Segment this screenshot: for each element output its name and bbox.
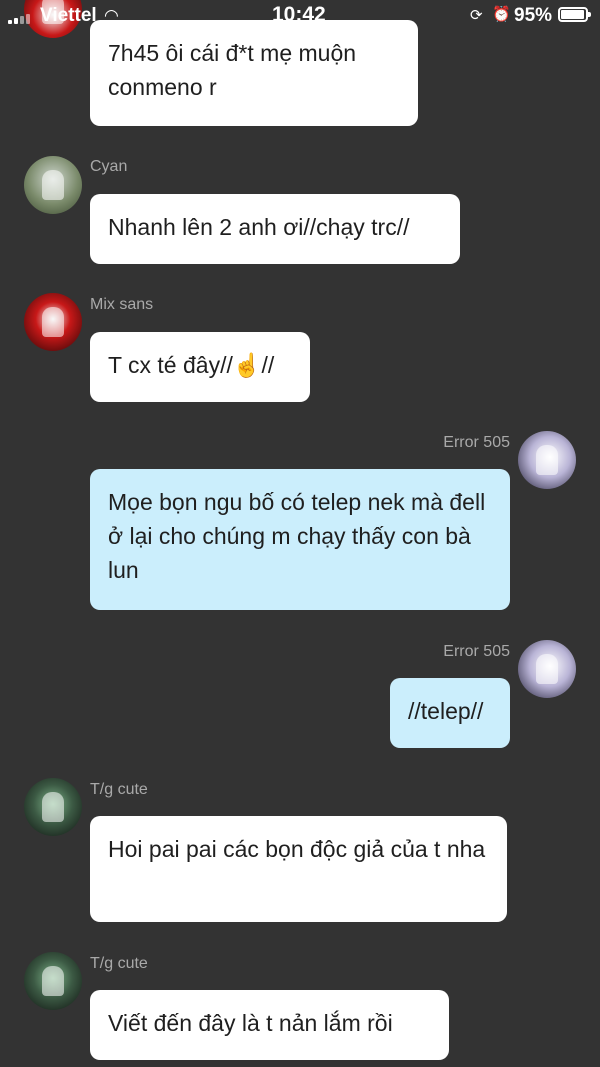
- sender-name: Error 505: [443, 434, 510, 451]
- avatar[interactable]: [24, 952, 82, 1010]
- clock-time: 10:42: [272, 3, 326, 26]
- avatar[interactable]: [24, 156, 82, 214]
- orientation-lock-icon: ⟳: [470, 7, 483, 24]
- sender-name: Error 505: [443, 643, 510, 660]
- message-bubble[interactable]: T cx té đây//☝️//: [90, 332, 310, 402]
- avatar[interactable]: [518, 640, 576, 698]
- avatar[interactable]: [24, 778, 82, 836]
- alarm-icon: ⏰: [492, 6, 511, 23]
- carrier-name: Viettel: [40, 5, 97, 26]
- sender-name: Cyan: [90, 158, 128, 175]
- sender-name: T/g cute: [90, 781, 148, 798]
- avatar[interactable]: [24, 293, 82, 351]
- message-bubble[interactable]: 7h45 ôi cái đ*t mẹ muộn conmeno r: [90, 20, 418, 126]
- status-bar: Viettel ◠ 10:42 ⟳ ⏰ 95%: [0, 0, 600, 30]
- avatar[interactable]: [518, 431, 576, 489]
- wifi-icon: ◠: [104, 6, 119, 25]
- message-bubble[interactable]: Hoi pai pai các bọn độc giả của t nha: [90, 816, 507, 922]
- battery-percent: 95%: [514, 5, 553, 26]
- battery-icon: [558, 7, 591, 22]
- message-bubble[interactable]: Nhanh lên 2 anh ơi//chạy trc//: [90, 194, 460, 264]
- signal-strength-icon: [8, 14, 34, 24]
- message-bubble[interactable]: //telep//: [390, 678, 510, 748]
- message-bubble[interactable]: Viết đến đây là t nản lắm rồi: [90, 990, 449, 1060]
- sender-name: Mix sans: [90, 296, 154, 313]
- sender-name: T/g cute: [90, 955, 148, 972]
- message-bubble[interactable]: Mọe bọn ngu bố có telep nek mà đell ở lạ…: [90, 469, 510, 610]
